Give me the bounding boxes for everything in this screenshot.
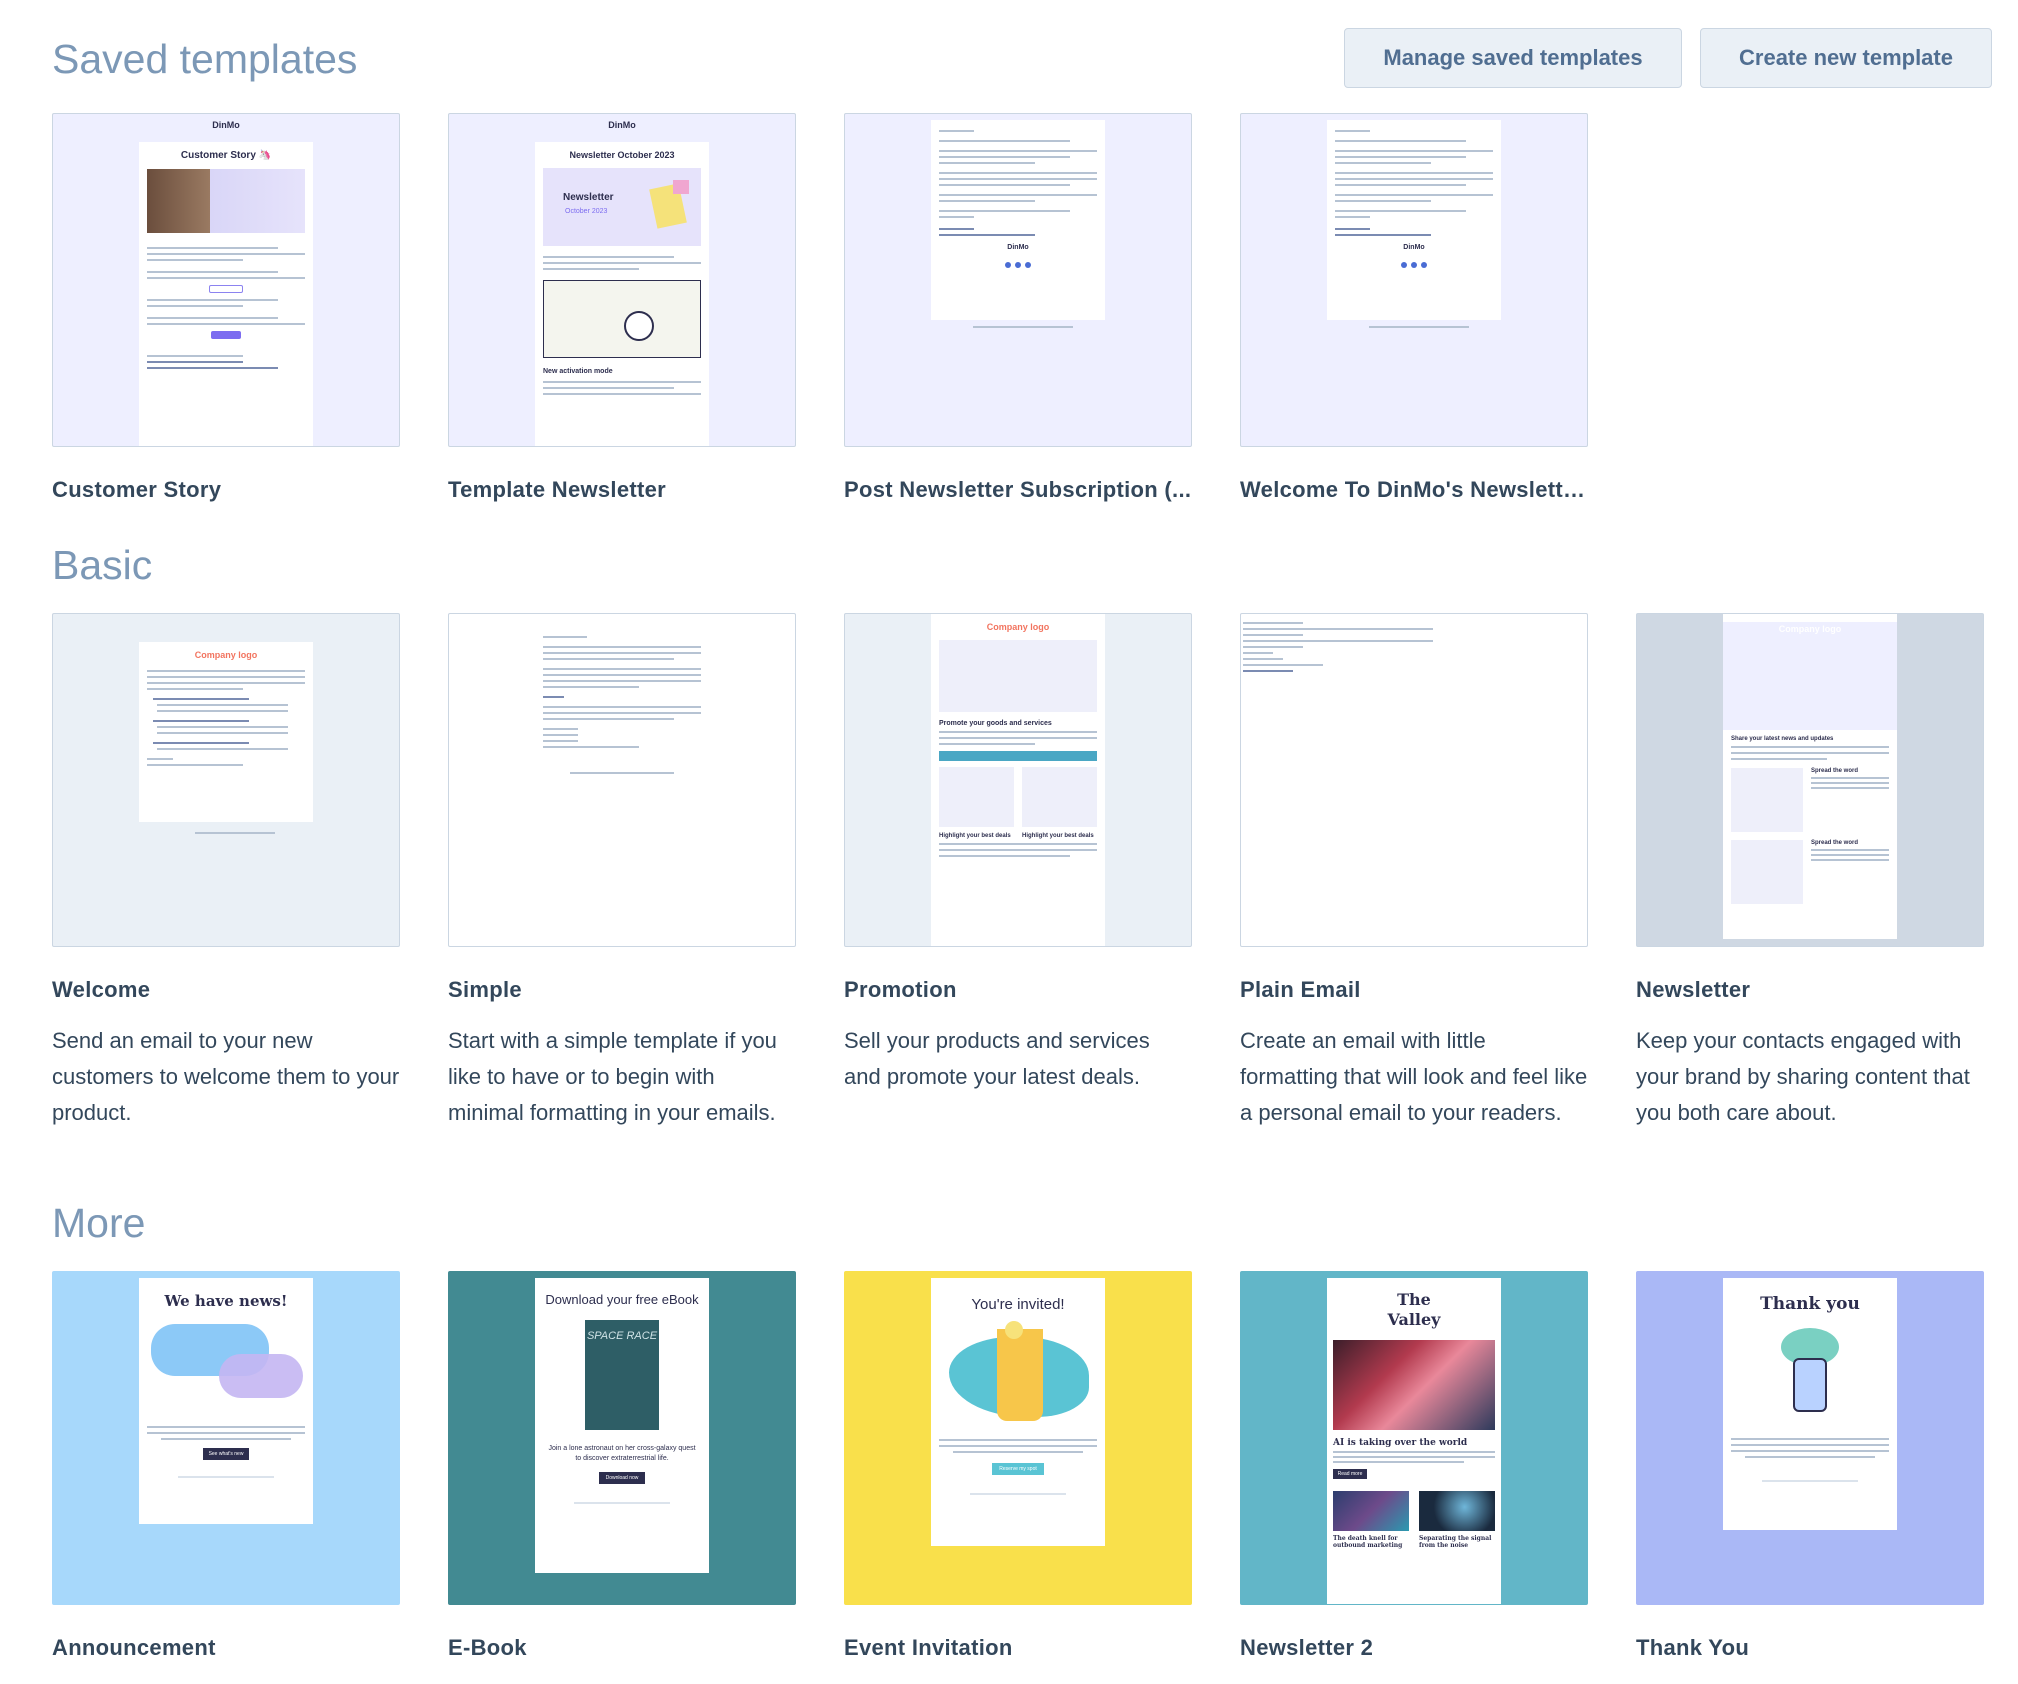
section-title-basic: Basic: [52, 542, 153, 588]
thumb-header: Company logo: [1723, 622, 1897, 730]
template-thumbnail[interactable]: [448, 613, 796, 947]
template-thumbnail[interactable]: Thank you: [1636, 1271, 1984, 1605]
template-thumbnail[interactable]: You're invited! Reserve my spot: [844, 1271, 1192, 1605]
template-card-template-newsletter[interactable]: DinMo Newsletter October 2023 Newsletter…: [448, 113, 796, 503]
template-name: Simple: [448, 977, 522, 1002]
more-templates-row: We have news! See what's new Announcemen…: [52, 1271, 1984, 1661]
template-card-welcome[interactable]: Company logo Welcome Send an email to yo…: [52, 613, 400, 1131]
thumb-title: Customer Story 🦄: [180, 150, 272, 161]
template-thumbnail[interactable]: Company logo: [52, 613, 400, 947]
thumb-banner: Newsletter October 2023: [543, 168, 701, 246]
dinmo-logo: DinMo: [212, 120, 240, 130]
company-logo: Company logo: [194, 650, 258, 660]
template-thumbnail[interactable]: Company logo Share your latest news and …: [1636, 613, 1984, 947]
thumb-image: [147, 169, 305, 233]
template-name: Newsletter: [1636, 977, 1751, 1002]
saved-templates-row: DinMo Customer Story 🦄 Customer Story Di…: [52, 113, 1588, 503]
template-name: Customer Story: [52, 477, 222, 502]
manage-saved-templates-button[interactable]: Manage saved templates: [1344, 28, 1682, 88]
template-thumbnail[interactable]: DinMo Newsletter October 2023 Newsletter…: [448, 113, 796, 447]
dinmo-logo: DinMo: [1403, 244, 1425, 251]
template-card-thank-you[interactable]: Thank you Thank You: [1636, 1271, 1984, 1661]
ebook-cover-image: SPACE RACE: [585, 1320, 659, 1430]
template-card-post-newsletter-subscription[interactable]: DinMo Post Newsletter Subscription (...: [844, 113, 1192, 503]
template-name: Template Newsletter: [448, 477, 667, 502]
neon-city-image: [1333, 1340, 1495, 1430]
speech-bubbles-image: [139, 1314, 313, 1410]
thumb-button: See what's new: [203, 1448, 249, 1460]
template-card-event-invitation[interactable]: You're invited! Reserve my spot Event In…: [844, 1271, 1192, 1661]
thumb-title: We have news!: [164, 1292, 288, 1310]
template-card-simple[interactable]: Simple Start with a simple template if y…: [448, 613, 796, 1131]
template-thumbnail[interactable]: We have news! See what's new: [52, 1271, 400, 1605]
template-thumbnail[interactable]: DinMo: [844, 113, 1192, 447]
template-name: E-Book: [448, 1635, 527, 1660]
thumb-title: Newsletter October 2023: [569, 150, 675, 160]
template-card-newsletter[interactable]: Company logo Share your latest news and …: [1636, 613, 1984, 1131]
thumb-title: Thank you: [1760, 1294, 1860, 1314]
thumb-cta: [939, 751, 1097, 761]
create-new-template-button[interactable]: Create new template: [1700, 28, 1992, 88]
template-name: Thank You: [1636, 1635, 1750, 1660]
template-name: Newsletter 2: [1240, 1635, 1374, 1660]
template-card-welcome-to-dinmo-newsletter[interactable]: DinMo Welcome To DinMo's Newslette...: [1240, 113, 1588, 503]
template-thumbnail[interactable]: DinMo: [1240, 113, 1588, 447]
plant-image: [1723, 1322, 1897, 1418]
thumb-screenshot: [543, 280, 701, 358]
template-name: Announcement: [52, 1635, 216, 1660]
template-thumbnail[interactable]: The Valley AI is taking over the world R…: [1240, 1271, 1588, 1605]
thumb-title: Download your free eBook: [545, 1292, 699, 1307]
template-card-ebook[interactable]: Download your free eBook SPACE RACE Join…: [448, 1271, 796, 1661]
template-card-newsletter-2[interactable]: The Valley AI is taking over the world R…: [1240, 1271, 1588, 1661]
template-card-announcement[interactable]: We have news! See what's new Announcemen…: [52, 1271, 400, 1661]
template-card-promotion[interactable]: Company logo Promote your goods and serv…: [844, 613, 1192, 1131]
template-thumbnail[interactable]: DinMo Customer Story 🦄: [52, 113, 400, 447]
dinmo-logo: DinMo: [1007, 244, 1029, 251]
thumb-button: Read more: [1333, 1469, 1367, 1479]
template-description: Keep your contacts engaged with your bra…: [1636, 1028, 1970, 1125]
basic-templates-row: Company logo Welcome Send an email to yo…: [52, 613, 1984, 1131]
template-name: Welcome: [52, 977, 151, 1002]
template-name: Post Newsletter Subscription (...: [844, 477, 1192, 502]
thumb-button: Download now: [599, 1472, 645, 1484]
thumb-title: You're invited!: [971, 1296, 1065, 1313]
template-name: Event Invitation: [844, 1635, 1013, 1660]
template-description: Start with a simple template if you like…: [448, 1028, 777, 1125]
thumb-title: The Valley: [1387, 1290, 1441, 1329]
section-title-saved: Saved templates: [52, 36, 358, 82]
lemonade-image: [931, 1321, 1105, 1425]
section-title-more: More: [52, 1200, 146, 1246]
social-icons: [931, 255, 1105, 273]
template-card-customer-story[interactable]: DinMo Customer Story 🦄 Customer Story: [52, 113, 400, 503]
template-name: Promotion: [844, 977, 957, 1002]
template-name: Plain Email: [1240, 977, 1361, 1002]
template-description: Sell your products and services and prom…: [844, 1028, 1150, 1089]
social-icons: [1327, 255, 1501, 273]
company-logo: Company logo: [1778, 624, 1842, 634]
template-thumbnail[interactable]: Download your free eBook SPACE RACE Join…: [448, 1271, 796, 1605]
header-actions: Manage saved templates Create new templa…: [1344, 28, 1992, 88]
shopping-bag-image: [939, 640, 1097, 712]
template-card-plain-email[interactable]: Plain Email Create an email with little …: [1240, 613, 1588, 1131]
company-logo: Company logo: [986, 622, 1050, 632]
template-name: Welcome To DinMo's Newslette...: [1240, 477, 1588, 502]
thumb-button: Reserve my spot: [992, 1463, 1044, 1475]
dinmo-logo: DinMo: [608, 120, 636, 130]
template-description: Create an email with little formatting t…: [1240, 1028, 1588, 1125]
template-thumbnail[interactable]: [1240, 613, 1588, 947]
template-thumbnail[interactable]: Company logo Promote your goods and serv…: [844, 613, 1192, 947]
template-description: Send an email to your new customers to w…: [52, 1028, 400, 1125]
